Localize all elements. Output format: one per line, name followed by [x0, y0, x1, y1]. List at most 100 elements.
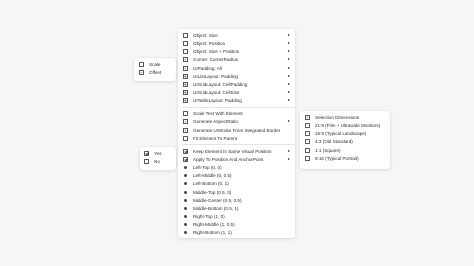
- menu-item-label: Corner: CornerRadius: [193, 57, 238, 63]
- menu-item-label: Object: Size + Position: [193, 49, 240, 55]
- menu-item-yes[interactable]: Yes: [144, 150, 176, 158]
- offset-icon: [139, 70, 144, 76]
- menu-item-left-middle[interactable]: Left-Middle (0, 0.5): [183, 172, 295, 180]
- grid-cellsize-icon: [183, 90, 188, 96]
- menu-item-label: Middle-Bottom (0.5, 1): [193, 205, 239, 211]
- grid-layout-icon: [183, 81, 188, 87]
- menu-item-right-top[interactable]: Right-Top (1, 0): [183, 212, 295, 220]
- menu-item-scale-text[interactable]: Scale Text With Element: [183, 110, 295, 118]
- menu-item-label: Fit Element To Parent: [193, 135, 238, 141]
- menu-item-object-position[interactable]: Object: Position: [183, 40, 295, 48]
- object-position-icon: [183, 41, 188, 47]
- menu-item-corner-radius[interactable]: Corner: CornerRadius: [183, 56, 295, 64]
- resize-icon: [139, 62, 144, 68]
- menu-item-left-top[interactable]: Left-Top (0, 0): [183, 164, 295, 172]
- menu-item-uilistlayout-padding[interactable]: UIListLayout: Padding: [183, 72, 295, 80]
- menu-divider: [183, 106, 295, 108]
- menu-item-right-bottom[interactable]: Right-Bottom (1, 1): [183, 229, 295, 237]
- menu-item-ratio-1-1[interactable]: 1:1 (Square): [305, 146, 390, 154]
- ratio-icon: [305, 131, 310, 137]
- menu-divider: [183, 144, 295, 145]
- anchor-dot-icon: [184, 166, 187, 170]
- menu-item-label: Keep Element In Same Visual Position: [193, 148, 272, 154]
- menu-item-label: Middle-Top (0.5, 0): [193, 189, 232, 195]
- chevron-right-icon: [288, 82, 290, 85]
- yes-no-menu: Yes No: [140, 147, 176, 170]
- menu-item-label: Apply To Position And AnchorPoint: [193, 157, 264, 163]
- menu-item-label: 4:3 (Old Standard): [315, 139, 353, 145]
- menu-item-label: Offset: [149, 70, 162, 76]
- menu-item-middle-bottom[interactable]: Middle-Bottom (0.5, 1): [183, 204, 295, 212]
- menu-item-selection-dimensions[interactable]: Selection Dimensions: [305, 114, 390, 122]
- keep-position-icon: [183, 148, 188, 154]
- menu-item-ratio-21-9[interactable]: 21:9 (Film + Ultrawide Monitors): [305, 122, 390, 130]
- menu-item-object-size[interactable]: Object: Size: [183, 32, 295, 40]
- menu-item-object-size-position[interactable]: Object: Size + Position: [183, 48, 295, 56]
- fit-parent-icon: [183, 135, 188, 141]
- chevron-right-icon: [288, 149, 290, 152]
- chevron-right-icon: [288, 34, 290, 37]
- list-layout-icon: [183, 73, 188, 79]
- menu-item-uipadding-all[interactable]: UIPadding: All: [183, 64, 295, 72]
- text-scale-icon: [183, 111, 188, 117]
- menu-item-offset[interactable]: Offset: [139, 69, 176, 77]
- context-menu: Object: Size Object: Position Object: Si…: [178, 29, 295, 238]
- chevron-right-icon: [288, 50, 290, 53]
- menu-item-label: Left-Top (0, 0): [193, 165, 222, 171]
- dimensions-submenu: Selection Dimensions 21:9 (Film + Ultraw…: [300, 111, 390, 169]
- menu-item-label: Scale Text With Element: [193, 111, 243, 117]
- menu-item-uigridlayout-cellpadding[interactable]: UIGridLayout: CellPadding: [183, 80, 295, 88]
- chevron-right-icon: [288, 58, 290, 61]
- menu-item-left-bottom[interactable]: Left-Bottom (0, 1): [183, 180, 295, 188]
- menu-item-middle-center[interactable]: Middle-Center (0.5, 0.5): [183, 196, 295, 204]
- ratio-icon: [305, 123, 310, 129]
- menu-item-label: Right-Bottom (1, 1): [193, 230, 232, 236]
- menu-item-label: UITableLayout: Padding: [193, 98, 242, 104]
- chevron-right-icon: [288, 120, 290, 123]
- anchor-dot-icon: [184, 190, 187, 194]
- menu-item-no[interactable]: No: [144, 158, 176, 166]
- checkbox-icon: [144, 159, 149, 165]
- menu-item-label: UIListLayout: Padding: [193, 73, 238, 79]
- anchor-dot-icon: [184, 223, 187, 227]
- menu-item-label: Left-Middle (0, 0.5): [193, 173, 232, 179]
- anchor-dot-icon: [184, 215, 187, 219]
- menu-item-label: Left-Bottom (0, 1): [193, 181, 229, 187]
- chevron-right-icon: [288, 91, 290, 94]
- menu-item-uigridlayout-cellsize[interactable]: UIGridLayout: CellSize: [183, 88, 295, 96]
- menu-item-label: No: [154, 159, 160, 165]
- menu-item-label: Right-Middle (1, 0.5): [193, 222, 235, 228]
- chevron-right-icon: [288, 66, 290, 69]
- object-size-icon: [183, 33, 188, 39]
- menu-item-apply-anchorpoint[interactable]: Apply To Position And AnchorPoint: [183, 155, 295, 163]
- menu-item-scale[interactable]: Scale: [139, 61, 176, 69]
- menu-item-label: Selection Dimensions: [315, 115, 360, 121]
- object-size-position-icon: [183, 49, 188, 55]
- checkbox-checked-icon: [144, 151, 149, 157]
- menu-item-generate-aspectratio[interactable]: Generate AspectRatio: [183, 118, 295, 126]
- menu-item-label: Generate AspectRatio: [193, 119, 238, 125]
- menu-item-middle-top[interactable]: Middle-Top (0.5, 0): [183, 188, 295, 196]
- chevron-right-icon: [288, 99, 290, 102]
- menu-item-label: UIGridLayout: CellPadding: [193, 81, 248, 87]
- menu-item-label: UIGridLayout: CellSize: [193, 90, 240, 96]
- menu-item-label: Generate UIStroke From Integrated Border: [193, 127, 281, 133]
- ratio-icon: [305, 147, 310, 153]
- menu-item-generate-uistroke[interactable]: Generate UIStroke From Integrated Border: [183, 126, 295, 134]
- ratio-icon: [305, 139, 310, 145]
- menu-item-fit-to-parent[interactable]: Fit Element To Parent: [183, 134, 295, 142]
- menu-item-uitablelayout-padding[interactable]: UITableLayout: Padding: [183, 97, 295, 105]
- menu-item-label: Object: Size: [193, 33, 218, 39]
- padding-icon: [183, 65, 188, 71]
- menu-item-ratio-9-16[interactable]: 9:16 (Typical Portrait): [305, 154, 390, 162]
- anchor-dot-icon: [184, 174, 187, 178]
- menu-item-ratio-16-9[interactable]: 16:9 (Typical Landscape): [305, 130, 390, 138]
- menu-item-right-middle[interactable]: Right-Middle (1, 0.5): [183, 221, 295, 229]
- menu-item-ratio-4-3[interactable]: 4:3 (Old Standard): [305, 138, 390, 146]
- menu-item-label: Middle-Center (0.5, 0.5): [193, 197, 242, 203]
- menu-item-label: 21:9 (Film + Ultrawide Monitors): [315, 123, 381, 129]
- chevron-right-icon: [288, 74, 290, 77]
- menu-item-label: 1:1 (Square): [315, 147, 341, 153]
- menu-item-keep-visual-position[interactable]: Keep Element In Same Visual Position: [183, 147, 295, 155]
- aspect-ratio-icon: [183, 119, 188, 125]
